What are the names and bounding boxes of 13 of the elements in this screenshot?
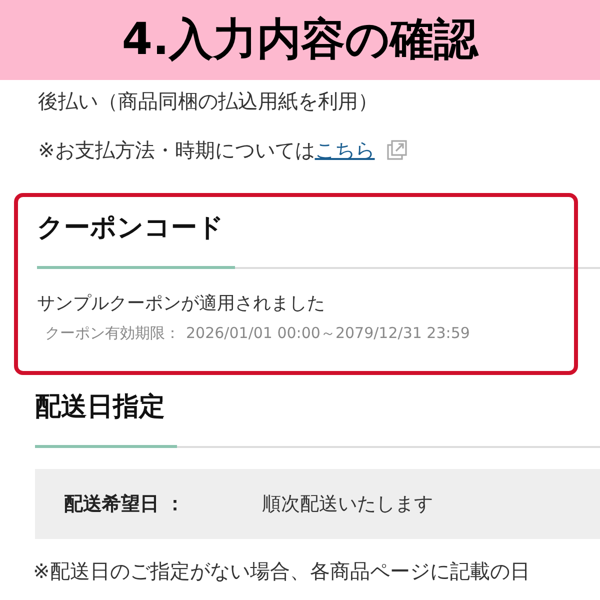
info-link[interactable]: こちら <box>314 138 375 162</box>
field-label: 配送希望日 ： <box>64 492 186 517</box>
validity-label: クーポン有効期限： <box>45 323 180 344</box>
external-link-icon <box>386 140 407 160</box>
delivery-heading: 配送日指定 <box>35 391 166 424</box>
delivery-note: ※配送日のご指定がない場合、各商品ページに記載の日 <box>33 558 531 585</box>
coupon-heading: クーポンコード <box>37 212 225 245</box>
coupon-message: サンプルクーポンが適用されました <box>37 292 326 316</box>
page-title: 4.入力内容の確認 <box>122 14 478 66</box>
payment-note: ※お支払方法・時期についてはこちら <box>38 137 375 164</box>
validity-period: 2026/01/01 00:00～2079/12/31 23:59 <box>186 323 470 344</box>
payment-method: 後払い（商品同梱の払込用紙を利用） <box>38 88 379 115</box>
field-value: 順次配送いたします <box>262 492 433 517</box>
